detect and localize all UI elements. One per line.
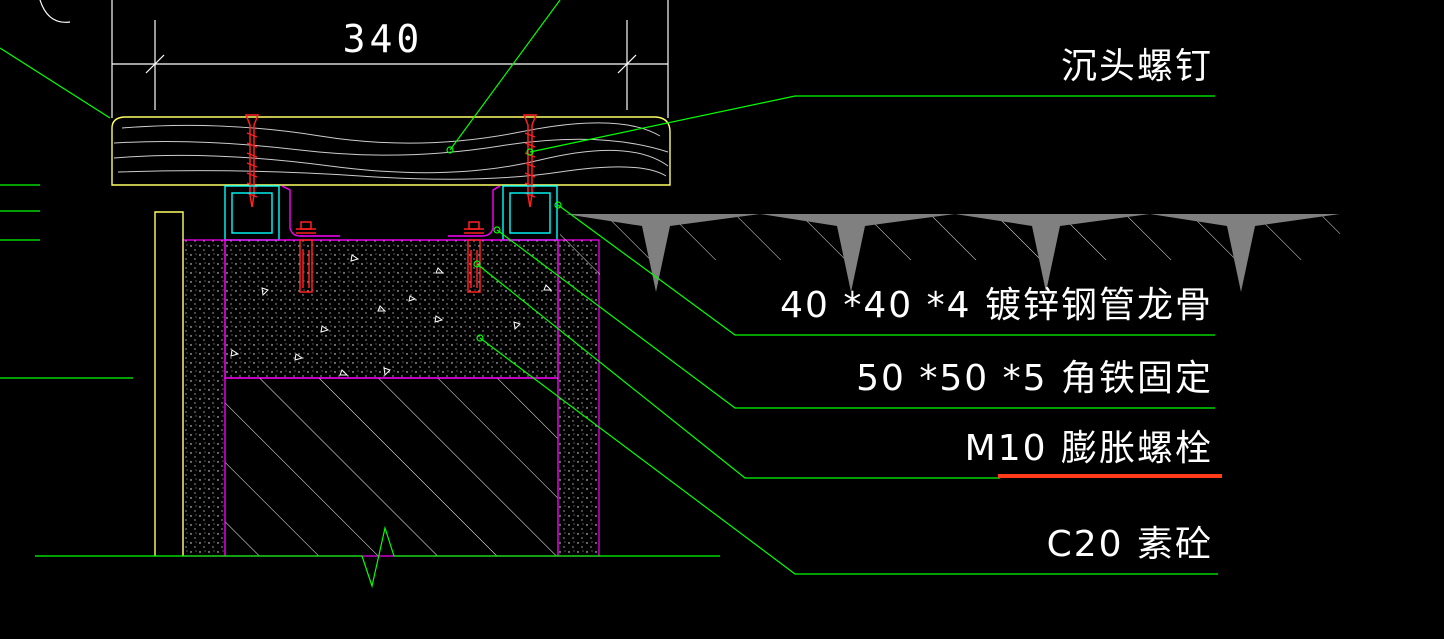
label-countersunk-screw: 沉头螺钉 [1061,46,1213,87]
concrete-plinth [224,239,559,379]
label-expansion-bolt: M10 膨胀螺栓 [965,428,1213,469]
hatched-base [224,377,559,557]
wood-deck-board [111,116,671,186]
cad-section-drawing: 340 沉头螺钉 40 *40 *4 镀锌钢管龙骨 50 *50 *5 角铁固定… [0,0,1340,589]
corner-arc [39,0,71,23]
label-angle-iron: 50 *50 *5 角铁固定 [856,358,1213,399]
steel-tube-keels [224,185,558,241]
label-concrete: C20 素砼 [1047,524,1213,565]
dimension-text: 340 [343,17,424,61]
label-steel-tube-keel: 40 *40 *4 镀锌钢管龙骨 [780,285,1213,326]
left-edge-lines [0,47,133,379]
